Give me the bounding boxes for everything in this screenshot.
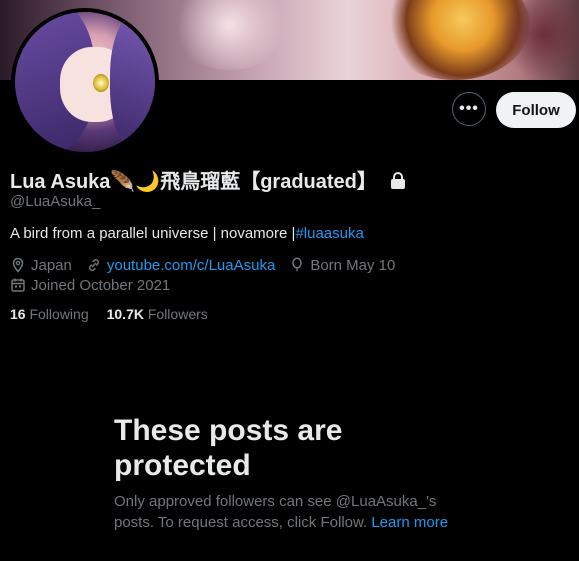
location-pin-icon [10,257,26,273]
profile-name-row: Lua Asuka🪶🌙飛鳥瑠藍【graduated】 [10,165,405,194]
following-count: 16 [10,306,26,322]
lock-icon [390,171,405,189]
profile-handle: @LuaAsuka_ [10,193,101,210]
joined-text: Joined October 2021 [31,276,171,294]
location-item: Japan [10,257,72,274]
bio-text: A bird from a parallel universe | novamo… [10,225,296,242]
protected-posts-message: Only approved followers can see @LuaAsuk… [114,491,474,533]
followers-label: Followers [147,306,208,322]
profile-stats: 16 Following 10.7K Followers [10,306,208,322]
more-options-button[interactable]: ••• [452,92,486,126]
avatar-hair-right [110,12,155,152]
banner-art-shadow [500,0,579,80]
follow-button[interactable]: Follow [496,92,576,128]
balloon-icon [289,257,305,273]
profile-bio: A bird from a parallel universe | novamo… [10,225,364,242]
birthday-item: Born May 10 [289,257,395,274]
following-link[interactable]: 16 Following [10,306,89,322]
more-options-icon: ••• [459,100,479,117]
calendar-icon [10,277,26,293]
bio-hashtag-link[interactable]: #luaasuka [295,225,363,242]
profile-avatar[interactable] [11,8,159,156]
joined-item: Joined October 2021 [10,277,170,294]
followers-link[interactable]: 10.7K Followers [107,306,208,322]
following-label: Following [29,306,89,322]
profile-meta: Japan youtube.com/c/LuaAsuka Born May 10… [10,256,395,296]
followers-count: 10.7K [106,306,144,322]
website-link[interactable]: youtube.com/c/LuaAsuka [107,257,275,274]
display-name: Lua Asuka🪶🌙飛鳥瑠藍【graduated】 [10,171,377,193]
link-icon [86,257,102,273]
website-item: youtube.com/c/LuaAsuka [86,257,275,274]
avatar-eye [93,74,109,92]
birthday-text: Born May 10 [310,256,396,274]
protected-posts-title: These posts are protected [114,414,343,482]
banner-art-highlight [170,0,290,70]
learn-more-link[interactable]: Learn more [371,514,448,531]
location-text: Japan [31,256,72,274]
